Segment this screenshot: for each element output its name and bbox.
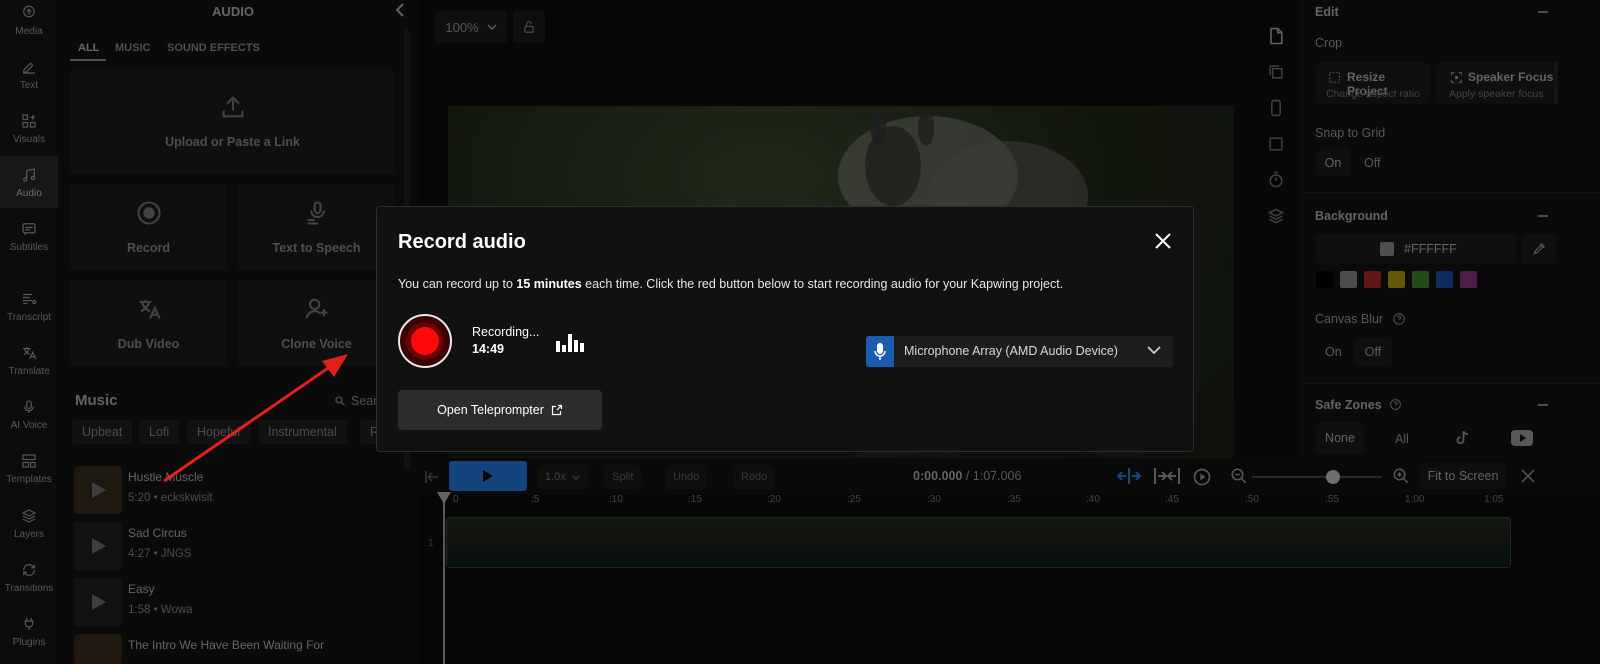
- record-audio-modal: Record audio You can record up to 15 min…: [376, 206, 1194, 452]
- microphone-device-label: Microphone Array (AMD Audio Device): [904, 344, 1118, 358]
- close-icon[interactable]: [1153, 231, 1173, 251]
- record-stop-button[interactable]: [398, 314, 452, 368]
- recording-status: Recording...: [472, 325, 540, 339]
- chevron-down-icon: [1147, 346, 1161, 355]
- microphone-icon: [874, 342, 886, 360]
- recording-time-remaining: 14:49: [472, 342, 504, 356]
- modal-description: You can record up to 15 minutes each tim…: [398, 277, 1063, 291]
- audio-level-meter-icon: [556, 334, 584, 352]
- microphone-select[interactable]: Microphone Array (AMD Audio Device): [866, 336, 1173, 367]
- microphone-icon-box: [866, 336, 894, 367]
- modal-title: Record audio: [398, 231, 526, 253]
- desc-text: You can record up to: [398, 277, 517, 291]
- open-teleprompter-button[interactable]: Open Teleprompter: [398, 390, 602, 430]
- desc-text: each time. Click the red button below to…: [581, 277, 1064, 291]
- teleprompter-label: Open Teleprompter: [437, 403, 544, 417]
- external-link-icon: [551, 404, 562, 416]
- desc-emphasis: 15 minutes: [516, 277, 582, 291]
- record-dot-icon: [411, 327, 439, 355]
